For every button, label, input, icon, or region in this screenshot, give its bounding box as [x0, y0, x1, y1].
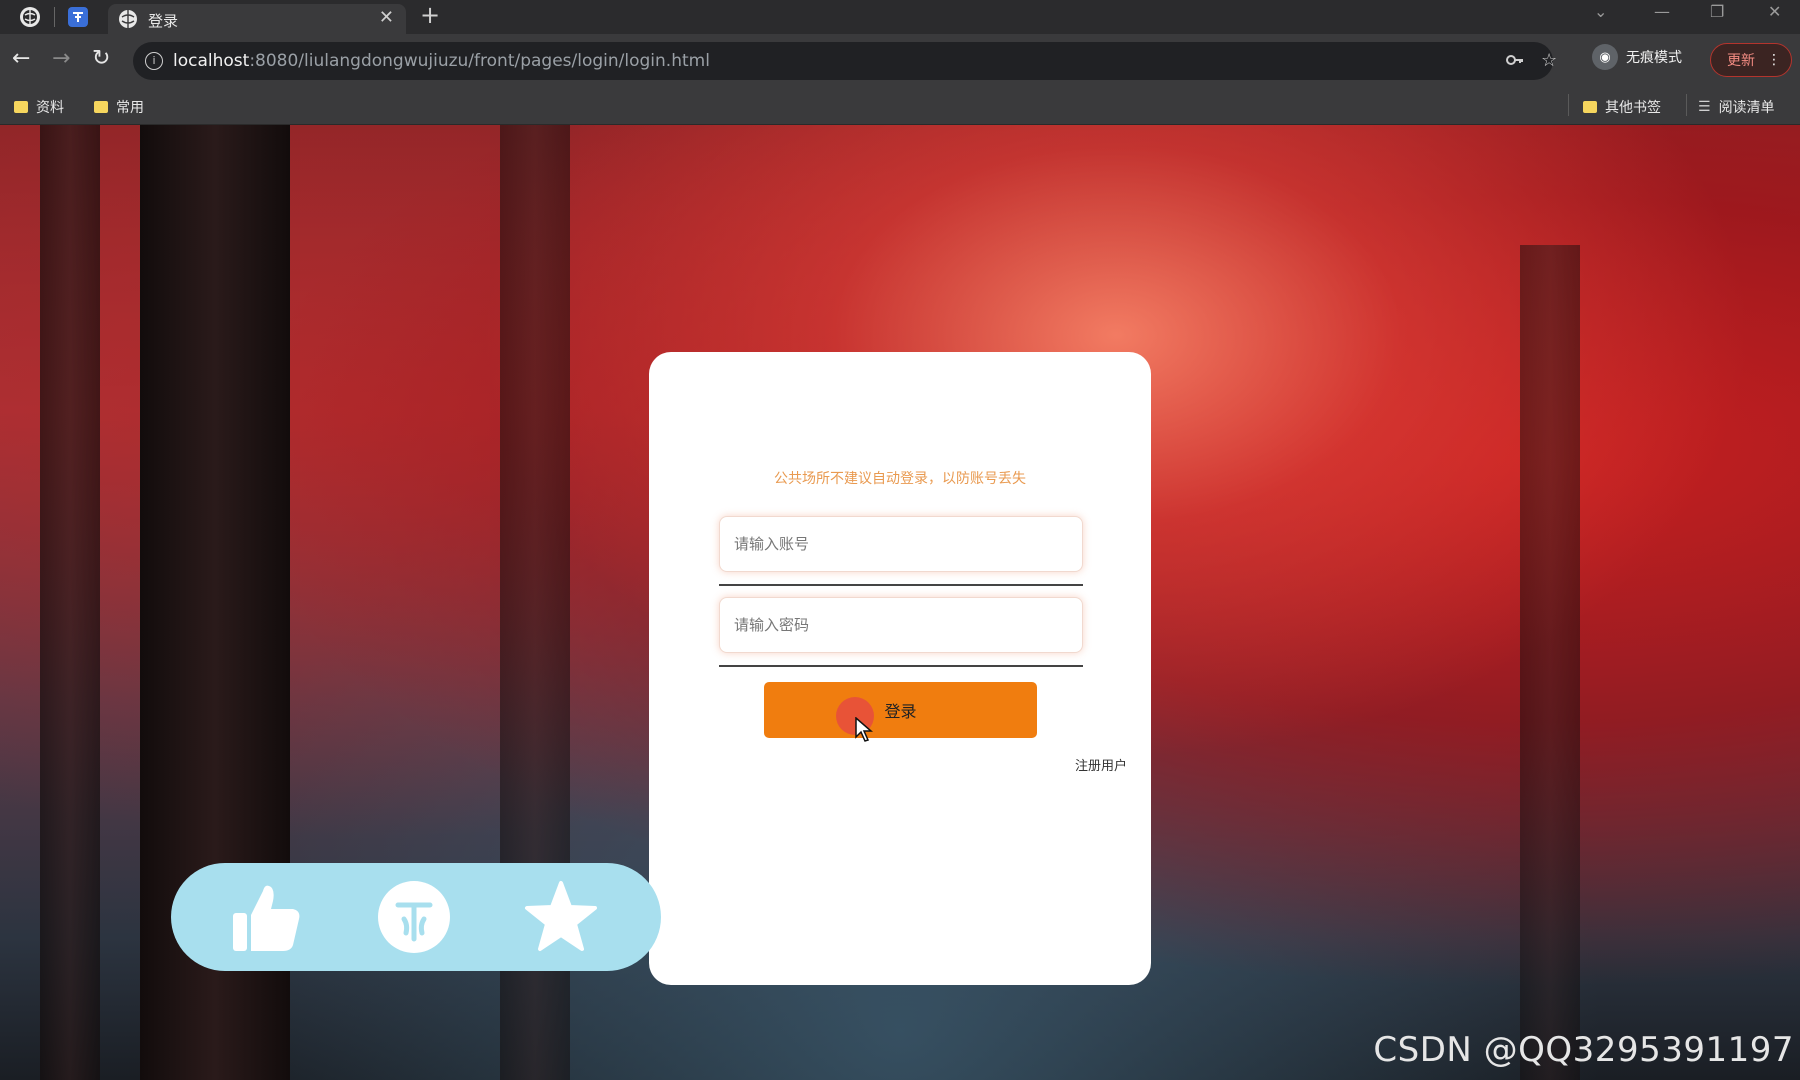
security-tip: 公共场所不建议自动登录，以防账号丢失: [774, 471, 1026, 487]
reading-list-icon: ☰: [1698, 99, 1711, 115]
back-icon[interactable]: ←: [12, 46, 30, 71]
coin-icon[interactable]: [376, 879, 452, 959]
page-viewport: 公共场所不建议自动登录，以防账号丢失 登录 注册用户 CSDN @QQ32953…: [0, 125, 1800, 1080]
password-input[interactable]: [720, 598, 1082, 652]
tab-title: 登录: [148, 12, 179, 30]
globe-icon: [118, 9, 138, 33]
login-button[interactable]: 登录: [764, 682, 1037, 738]
browser-titlebar: 登录 ✕ + ⌄ — ❐ ✕: [0, 0, 1800, 34]
folder-icon: [14, 101, 28, 113]
key-icon[interactable]: [1505, 50, 1525, 75]
incognito-profile[interactable]: ◉ 无痕模式: [1592, 44, 1682, 70]
account-underline: [719, 584, 1083, 586]
bookmark-folder-ziliao[interactable]: 资料: [14, 97, 64, 117]
background-tree-trunk: [40, 125, 100, 1080]
login-card: 公共场所不建议自动登录，以防账号丢失 登录 注册用户: [649, 352, 1151, 985]
bookmark-star-icon[interactable]: ☆: [1541, 50, 1557, 71]
bookmarks-bar: 资料 常用 其他书签 ☰ 阅读清单: [0, 88, 1800, 125]
watermark-text: CSDN @QQ3295391197: [1373, 1030, 1794, 1070]
account-field[interactable]: [719, 516, 1083, 572]
tab-login[interactable]: 登录 ✕: [108, 4, 406, 34]
folder-icon: [1583, 101, 1597, 113]
incognito-icon: ◉: [1592, 44, 1618, 70]
password-field[interactable]: [719, 597, 1083, 653]
restore-icon[interactable]: ❐: [1710, 2, 1724, 21]
video-action-bar: [171, 863, 661, 971]
update-label: 更新: [1727, 53, 1755, 69]
reading-list-label: 阅读清单: [1718, 100, 1775, 116]
other-bookmarks-label: 其他书签: [1605, 100, 1661, 116]
bookmark-separator: [1686, 94, 1687, 116]
tab-search-icon[interactable]: ⌄: [1594, 2, 1607, 21]
register-link[interactable]: 注册用户: [1075, 755, 1127, 774]
pinned-tab-icon[interactable]: [68, 7, 88, 27]
url-path: :8080/liulangdongwujiuzu/front/pages/log…: [249, 51, 710, 71]
star-icon[interactable]: [523, 879, 599, 959]
tab-divider: [54, 7, 55, 27]
browser-toolbar: ← → ↻ i localhost:8080/liulangdongwujiuz…: [0, 34, 1800, 88]
reload-icon[interactable]: ↻: [92, 46, 110, 71]
browser-menu-icon[interactable]: [20, 7, 40, 27]
thumbs-up-icon[interactable]: [229, 879, 305, 959]
password-underline: [719, 665, 1083, 667]
incognito-label: 无痕模式: [1626, 50, 1682, 66]
bookmark-label: 资料: [36, 100, 64, 116]
site-info-icon[interactable]: i: [145, 52, 163, 70]
more-menu-icon[interactable]: ⋮: [1767, 52, 1781, 68]
mouse-cursor-icon: [855, 716, 874, 747]
bookmark-label: 常用: [116, 100, 144, 116]
folder-icon: [94, 101, 108, 113]
update-button[interactable]: 更新 ⋮: [1710, 43, 1792, 77]
forward-icon[interactable]: →: [52, 46, 70, 71]
close-window-icon[interactable]: ✕: [1768, 2, 1781, 21]
tab-close-icon[interactable]: ✕: [379, 7, 394, 28]
other-bookmarks[interactable]: 其他书签: [1583, 97, 1661, 117]
url-host: localhost: [173, 51, 250, 71]
account-input[interactable]: [720, 517, 1082, 571]
minimize-icon[interactable]: —: [1654, 2, 1670, 21]
url-text[interactable]: localhost:8080/liulangdongwujiuzu/front/…: [173, 51, 710, 71]
reading-list[interactable]: ☰ 阅读清单: [1698, 97, 1775, 117]
bookmark-separator: [1568, 94, 1569, 116]
background-tree-trunk: [1520, 245, 1580, 1080]
new-tab-button[interactable]: +: [420, 1, 440, 29]
bookmark-folder-changyong[interactable]: 常用: [94, 97, 144, 117]
address-bar[interactable]: i localhost:8080/liulangdongwujiuzu/fron…: [133, 42, 1557, 80]
